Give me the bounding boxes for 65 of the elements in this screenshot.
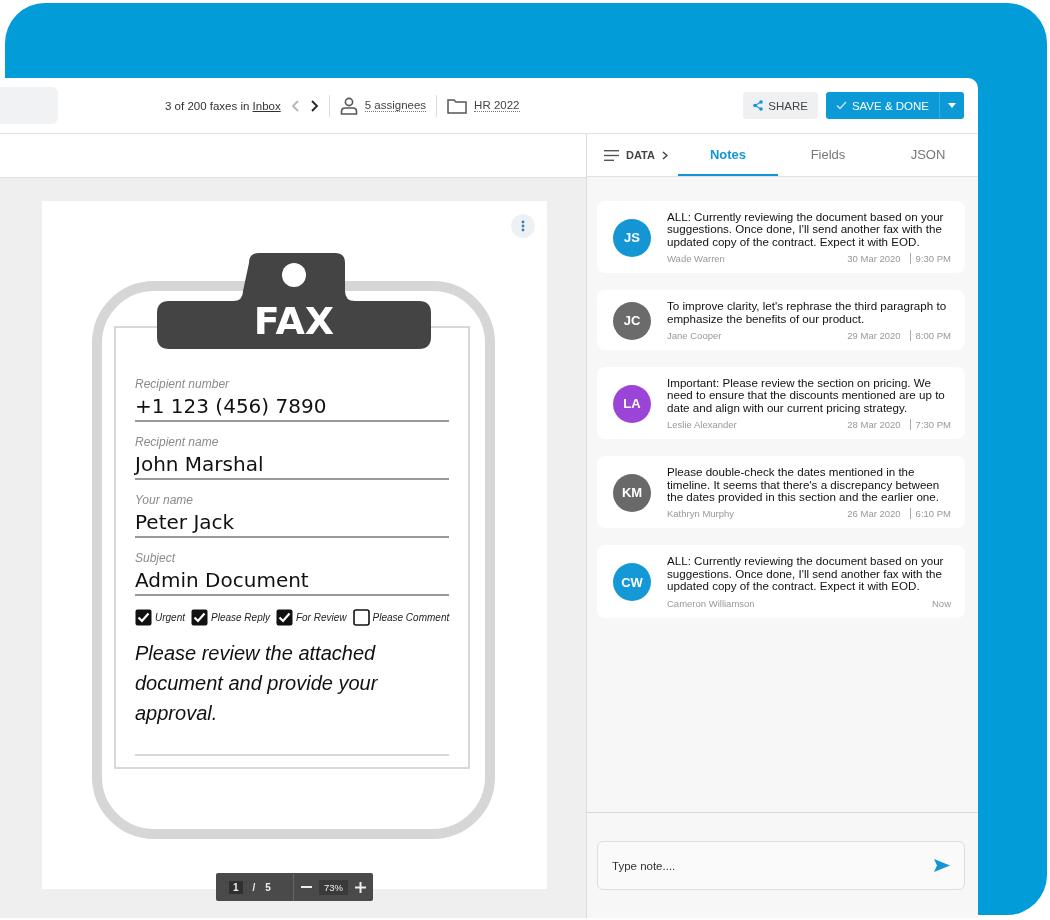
page-count: 5 (265, 881, 271, 893)
chevron-right-icon (661, 150, 668, 160)
note-text: To improve clarity, let's rephrase the third paragraph to emphasize the benefits of our product. (667, 300, 948, 326)
fax-message: Please review the attached document and provide your approval. (135, 641, 379, 726)
data-button[interactable]: DATA (587, 134, 678, 176)
note-date: 30 Mar 2020 (847, 253, 901, 265)
avatar: JS (613, 218, 651, 257)
note-text: ALL: Currently reviewing the document based on your suggestions. Once done, I'll send another fax with the updated copy of the contract. Expect it with EOD. (667, 555, 945, 593)
folder-icon (447, 97, 468, 114)
avatar: LA (613, 384, 651, 423)
field-value: John Marshal (135, 451, 265, 478)
field-value: +1 123 (456) 7890 (135, 393, 328, 420)
check-icon (835, 101, 847, 110)
avatar: JC (613, 301, 651, 340)
share-button[interactable]: SHARE (743, 92, 818, 119)
note-text: Important: Please review the section on pricing. We need to ensure that the discounts mentioned are up to date and align with our current pricing strategy. (667, 377, 946, 415)
kebab-icon (521, 220, 525, 232)
checkbox-label: Urgent (155, 612, 185, 623)
field-label: Subject (135, 551, 177, 566)
field-label: Recipient number (135, 377, 231, 392)
page-number: 1 (229, 880, 243, 894)
more-options-button[interactable] (511, 214, 535, 238)
tab[interactable]: JSON (878, 134, 978, 176)
plus-icon (355, 881, 366, 893)
note-time: 6:10 PM (909, 508, 951, 520)
caret-icon (948, 103, 956, 108)
note-author: Jane Cooper (667, 330, 722, 342)
checkbox-label: Please Comment (372, 612, 450, 623)
note-date: 26 Mar 2020 (847, 508, 901, 520)
tab[interactable]: Fields (778, 134, 878, 176)
menu-icon (604, 149, 619, 161)
minus-icon (301, 886, 312, 888)
note-author: Leslie Alexander (667, 419, 737, 431)
field-value: Admin Document (135, 567, 310, 594)
zoom-level: 73% (319, 879, 348, 895)
dropdown-button[interactable] (939, 92, 964, 119)
note-author: Wade Warren (667, 253, 725, 265)
fax-title: FAX (252, 299, 336, 343)
avatar: KM (613, 473, 651, 512)
checkbox-label: For Review (295, 612, 347, 623)
inbox-link[interactable]: Inbox (252, 99, 281, 112)
note-time: 7:30 PM (909, 419, 951, 431)
note-input-field[interactable]: Type note.... (597, 841, 965, 890)
note-date: 29 Mar 2020 (847, 330, 901, 342)
share-icon (753, 100, 764, 111)
field-label: Recipient name (135, 435, 220, 450)
page-separator: / (252, 881, 256, 893)
fax-position-text: 3 of 200 faxes in Inbox (165, 99, 281, 112)
next-button[interactable] (309, 99, 319, 112)
checkbox-label: Please Reply (211, 612, 270, 623)
note-time: 9:30 PM (909, 253, 951, 265)
note-author: Kathryn Murphy (667, 508, 735, 520)
note-time: Now (932, 597, 951, 609)
note-text: ALL: Currently reviewing the document based on your suggestions. Once done, I'll send another fax with the updated copy of the contract. Expect it with EOD. (667, 211, 945, 249)
person-icon (339, 96, 358, 115)
folder-link[interactable]: HR 2022 (474, 99, 520, 112)
avatar: CW (613, 563, 651, 602)
send-icon[interactable] (934, 859, 950, 872)
field-value: Peter Jack (135, 509, 236, 536)
field-label: Your name (135, 493, 195, 508)
note-date: 28 Mar 2020 (847, 419, 901, 431)
note-text: Please double-check the dates mentioned in the timeline. It seems that there's a discrepancy between the dates provided in this section and the earlier one. (667, 466, 941, 504)
note-author: Cameron Williamson (667, 597, 755, 609)
note-time: 8:00 PM (909, 330, 951, 342)
assignees-link[interactable]: 5 assignees (364, 99, 427, 112)
